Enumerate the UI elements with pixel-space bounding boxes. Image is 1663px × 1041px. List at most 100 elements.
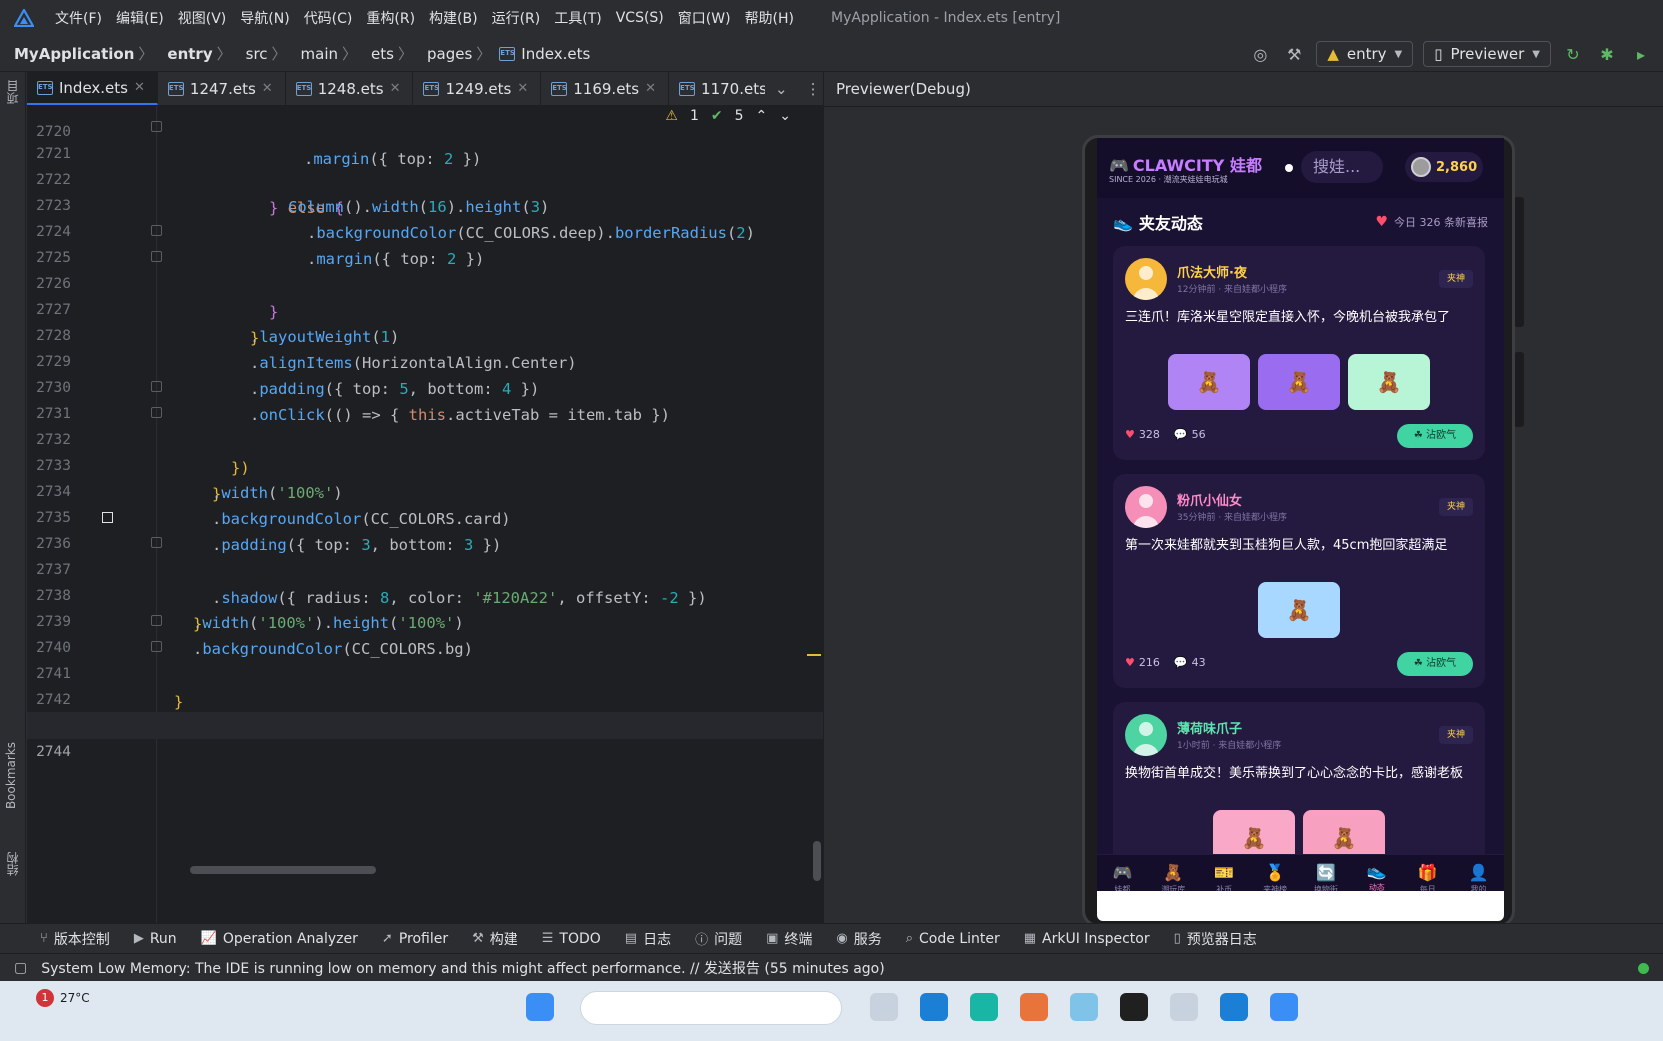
fold-marker[interactable] [151,615,162,626]
fold-marker[interactable] [151,537,162,548]
menu-refactor[interactable]: 重构(R) [359,8,422,28]
status-indicator[interactable] [1638,963,1649,974]
menu-code[interactable]: 代码(C) [297,8,360,28]
attach-debugger-icon[interactable]: ▸ [1629,42,1653,66]
teddy-bear-image[interactable]: 🧸 [1258,354,1340,410]
app-tab-exchange[interactable]: 🔄 换物街 [1303,863,1349,895]
fold-marker[interactable] [151,251,162,262]
tab-1247-ets[interactable]: ETS 1247.ets ✕ [158,72,286,105]
tool-todo[interactable]: ☰ TODO [530,931,613,947]
tool-previewer-log[interactable]: ▯ 预览器日志 [1162,929,1269,949]
like-button[interactable]: ♥ 328 [1125,428,1160,441]
app-tab-ranking[interactable]: 🏅 夹神榜 [1252,863,1298,895]
app-tab-daily[interactable]: 🎁 每日 [1405,863,1451,895]
hammer-icon[interactable]: ⚒ [1282,42,1306,66]
close-icon[interactable]: ✕ [517,81,528,96]
breadcrumb-ets[interactable]: ets [357,45,394,63]
debug-bug-icon[interactable]: ✱ [1595,42,1619,66]
menu-help[interactable]: 帮助(H) [738,8,801,28]
menu-edit[interactable]: 编辑(E) [109,8,171,28]
menu-window[interactable]: 窗口(W) [671,8,738,28]
taskbar-app-icon[interactable] [1120,993,1148,1021]
taskbar-app-icon[interactable] [1070,993,1098,1021]
fold-marker[interactable] [151,407,162,418]
taskbar-search[interactable] [580,991,842,1025]
rerun-icon[interactable]: ↻ [1561,42,1585,66]
fold-marker[interactable] [151,225,162,236]
taskbar-app-icon[interactable] [1220,993,1248,1021]
close-icon[interactable]: ✕ [134,80,145,95]
status-message[interactable]: System Low Memory: The IDE is running lo… [41,958,884,978]
tool-log[interactable]: ▤ 日志 [613,929,683,949]
taskbar-app-icon[interactable] [870,993,898,1021]
breadcrumb-project[interactable]: MyApplication [0,45,134,63]
close-icon[interactable]: ✕ [645,81,656,96]
horizontal-scrollbar[interactable] [190,866,376,874]
fold-marker[interactable] [151,121,162,132]
comment-button[interactable]: 💬 43 [1174,656,1206,669]
chevron-down-icon[interactable]: ⌄ [779,108,791,124]
taskbar-app-icon[interactable] [970,993,998,1021]
app-tab-profile[interactable]: 👤 我的 [1456,863,1502,895]
vertical-scrollbar[interactable] [813,841,821,881]
more-options-icon[interactable]: ⋮ [806,80,821,98]
feed-card[interactable]: 粉爪小仙女 35分钟前 · 来自娃都小程序 夹神 第一次来娃都就夹到玉桂狗巨人款… [1113,474,1485,688]
luck-button[interactable]: ☘ 沾欧气 [1397,652,1473,676]
bookmarks-tool-button[interactable]: Bookmarks [4,742,18,809]
taskbar-app-icon[interactable] [1020,993,1048,1021]
breakpoint-marker[interactable] [102,512,113,523]
panel-toggle-icon[interactable]: ▢ [0,960,41,976]
chevron-up-icon[interactable]: ⌃ [756,108,768,124]
teddy-bear-image[interactable]: 🧸 [1258,582,1340,638]
avatar[interactable] [1125,486,1167,528]
taskbar-app-icon[interactable] [1170,993,1198,1021]
weather-widget[interactable]: 1 27°C [36,989,90,1007]
inspection-widget[interactable]: ⚠ 1 ✔ 5 ⌃ ⌄ [665,108,791,124]
menu-run[interactable]: 运行(R) [485,8,548,28]
module-selector[interactable]: ▲ entry ▼ [1316,41,1414,67]
teddy-bear-image[interactable]: 🧸 [1168,354,1250,410]
search-input[interactable]: 搜娃... [1301,151,1383,183]
device-selector[interactable]: ▯ Previewer ▼ [1423,41,1551,67]
tool-code-linter[interactable]: ⌕ Code Linter [894,931,1012,947]
tool-operation-analyzer[interactable]: 📈 Operation Analyzer [189,931,370,947]
tool-profiler[interactable]: ➚ Profiler [370,931,460,947]
tab-list-chevron-icon[interactable]: ⌄ [775,80,788,98]
fold-marker[interactable] [151,381,162,392]
user-name[interactable]: 爪法大师·夜 [1177,262,1247,281]
tab-1170-ets[interactable]: ETS 1170.ets [669,72,765,105]
error-stripe-marker[interactable] [807,654,821,656]
tool-run[interactable]: ▶ Run [122,931,189,947]
breadcrumb-src[interactable]: src [232,45,268,63]
tool-build[interactable]: ⚒ 构建 [460,929,530,949]
tab-1249-ets[interactable]: ETS 1249.ets ✕ [413,72,542,105]
code-editor[interactable]: 2720 .margin({ top: 2 }) 2721 } else { 2… [27,106,823,923]
breadcrumb-main[interactable]: main [287,45,338,63]
tool-arkui-inspector[interactable]: ▦ ArkUI Inspector [1012,931,1162,947]
breadcrumb-pages[interactable]: pages [413,45,472,63]
windows-start-icon[interactable] [526,993,554,1021]
close-icon[interactable]: ✕ [262,81,273,96]
taskbar-app-icon[interactable] [920,993,948,1021]
menu-tools[interactable]: 工具(T) [547,8,608,28]
tab-index-ets[interactable]: ETS Index.ets ✕ [27,72,158,105]
target-icon[interactable]: ◎ [1248,42,1272,66]
app-tab-coins[interactable]: 🎫 补币 [1201,863,1247,895]
menu-navigate[interactable]: 导航(N) [233,8,296,28]
user-name[interactable]: 粉爪小仙女 [1177,490,1242,509]
menu-view[interactable]: 视图(V) [171,8,234,28]
project-tool-button[interactable]: 项目 [4,80,21,104]
app-tab-home[interactable]: 🎮 娃都 [1099,863,1145,895]
menu-build[interactable]: 构建(B) [422,8,485,28]
coin-balance[interactable]: 2,860 [1405,152,1483,182]
tab-1169-ets[interactable]: ETS 1169.ets ✕ [541,72,670,105]
user-name[interactable]: 薄荷味爪子 [1177,718,1242,737]
taskbar-app-icon[interactable] [1270,993,1298,1021]
tool-version-control[interactable]: ⑂ 版本控制 [0,929,122,949]
breadcrumb-file[interactable]: Index.ets [515,45,590,63]
structure-tool-button[interactable]: 结构 [4,852,21,876]
menu-file[interactable]: 文件(F) [48,8,109,28]
avatar[interactable] [1125,714,1167,756]
comment-button[interactable]: 💬 56 [1174,428,1206,441]
like-button[interactable]: ♥ 216 [1125,656,1160,669]
